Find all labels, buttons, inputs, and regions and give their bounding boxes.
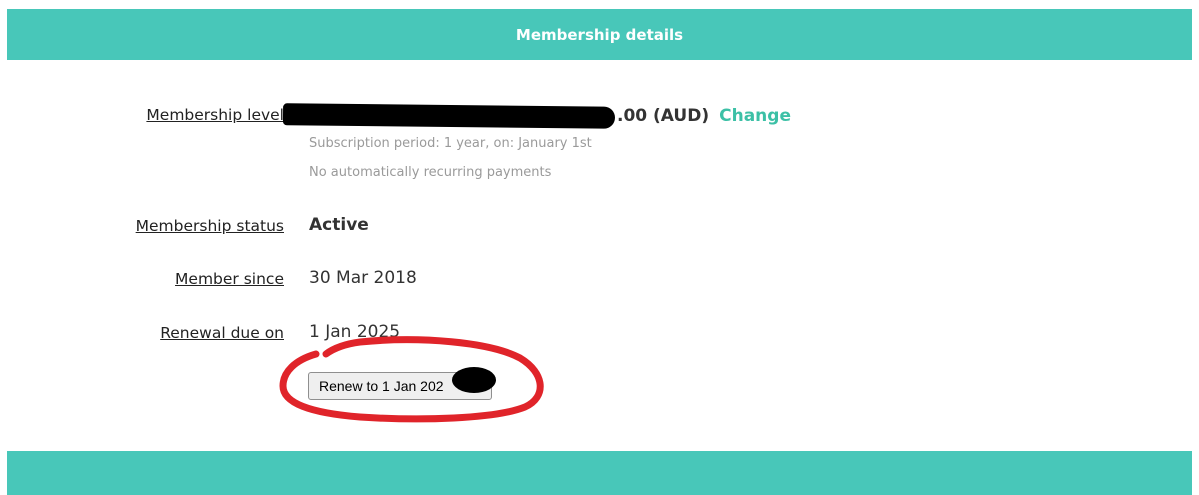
member-since-label[interactable]: Member since: [175, 270, 284, 288]
membership-status-label[interactable]: Membership status: [136, 217, 284, 235]
member-since-value: 30 Mar 2018: [309, 268, 417, 288]
recurring-payments-note: No automatically recurring payments: [309, 165, 552, 180]
membership-level-label[interactable]: Membership level: [146, 106, 284, 124]
redaction-mark: [282, 103, 616, 129]
membership-page: Membership details Membership level .00 …: [0, 0, 1199, 495]
page-title: Membership details: [515, 25, 684, 44]
header-bar: Membership details: [7, 9, 1192, 60]
renewal-due-label[interactable]: Renewal due on: [160, 324, 284, 342]
subscription-period-note: Subscription period: 1 year, on: January…: [309, 136, 592, 151]
change-level-link[interactable]: Change: [719, 106, 791, 126]
renewal-due-value: 1 Jan 2025: [309, 322, 401, 342]
redaction-mark: [452, 367, 496, 393]
membership-level-price: .00 (AUD): [617, 106, 710, 126]
membership-level-value: .00 (AUD) Change: [282, 103, 791, 129]
membership-status-value: Active: [309, 215, 369, 235]
footer-bar: [7, 451, 1192, 495]
annotation-circle: [279, 336, 544, 423]
